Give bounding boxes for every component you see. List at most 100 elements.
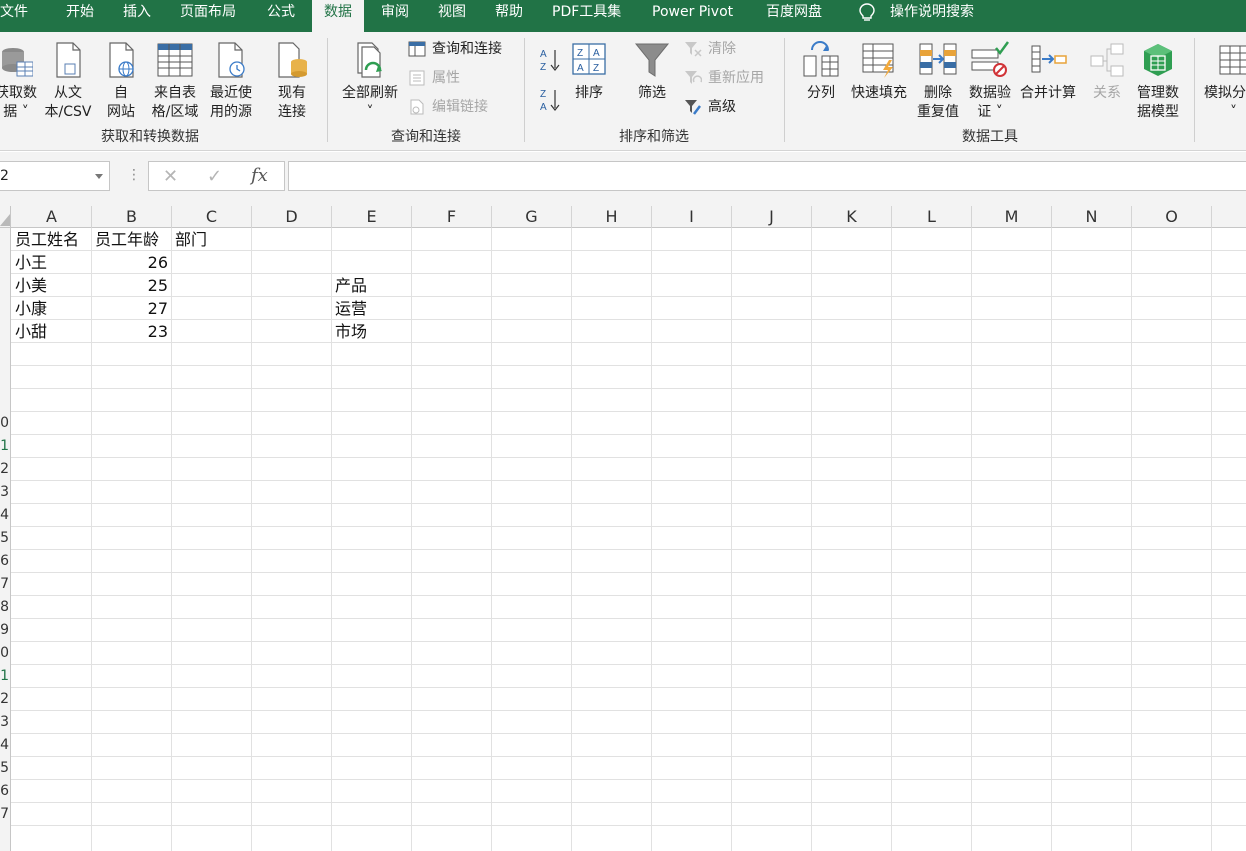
row-header[interactable]: 6 <box>0 550 9 573</box>
tab-power-pivot[interactable]: Power Pivot <box>652 0 733 32</box>
data-validation-label-1: 数据验 <box>969 85 1011 101</box>
text-to-columns-button[interactable]: 分列 <box>800 40 842 103</box>
clear-filter-icon <box>685 42 702 57</box>
relationships-button[interactable]: 关系 <box>1086 40 1128 103</box>
column-header-h[interactable]: H <box>572 206 652 228</box>
select-all-corner[interactable] <box>0 206 11 228</box>
relationships-icon <box>1090 43 1124 77</box>
from-web-label-2: 网站 <box>107 104 135 120</box>
from-web-button[interactable]: 自 网站 <box>100 40 142 122</box>
row-header[interactable]: 1 <box>0 665 9 688</box>
cell-b4[interactable]: 27 <box>95 297 168 320</box>
cell-b2[interactable]: 26 <box>95 251 168 274</box>
cell-b5[interactable]: 23 <box>95 320 168 343</box>
row-header[interactable]: 2 <box>0 458 9 481</box>
column-header-c[interactable]: C <box>172 206 252 228</box>
column-header-a[interactable]: A <box>12 206 92 228</box>
column-header-b[interactable]: B <box>92 206 172 228</box>
refresh-all-button[interactable]: 全部刷新 ˅ <box>338 40 402 122</box>
column-header-l[interactable]: L <box>892 206 972 228</box>
existing-connections-button[interactable]: 现有 连接 <box>270 40 314 122</box>
row-header[interactable]: 5 <box>0 757 9 780</box>
worksheet-grid[interactable]: ABCDEFGHIJKLMNO 012345678901234567 员工姓名员… <box>0 206 1246 851</box>
row-header[interactable]: 0 <box>0 642 9 665</box>
tab-help[interactable]: 帮助 <box>495 0 523 32</box>
row-header[interactable]: 2 <box>0 688 9 711</box>
tab-view[interactable]: 视图 <box>438 0 466 32</box>
cell-b3[interactable]: 25 <box>95 274 168 297</box>
row-header[interactable]: 4 <box>0 504 9 527</box>
cell-e3[interactable]: 产品 <box>335 274 408 297</box>
cell-b1[interactable]: 员工年龄 <box>95 228 168 251</box>
remove-duplicates-button[interactable]: 删除 重复值 <box>913 40 963 122</box>
cell-a2[interactable]: 小王 <box>15 251 88 274</box>
cancel-icon[interactable]: ✕ <box>163 166 178 187</box>
cell-e4[interactable]: 运营 <box>335 297 408 320</box>
row-header[interactable]: 5 <box>0 527 9 550</box>
tab-page-layout[interactable]: 页面布局 <box>180 0 236 32</box>
row-header[interactable]: 0 <box>0 412 9 435</box>
sort-button[interactable]: Z A A Z 排序 <box>568 40 610 103</box>
tab-home[interactable]: 开始 <box>66 0 94 32</box>
from-table-range-button[interactable]: 来自表 格/区域 <box>148 40 202 122</box>
row-header[interactable]: 7 <box>0 803 9 826</box>
sort-dialog-icon: Z A A Z <box>572 43 606 75</box>
name-box[interactable]: 2 <box>0 161 110 191</box>
sort-descending-button[interactable]: Z A <box>536 86 564 114</box>
gridline-vertical <box>1211 228 1212 851</box>
column-header-d[interactable]: D <box>252 206 332 228</box>
formula-bar-grip-icon[interactable]: ⋮ <box>127 167 141 183</box>
what-if-analysis-button[interactable]: 模拟分 ˅ <box>1204 40 1246 122</box>
formula-input[interactable] <box>288 161 1246 191</box>
sort-ascending-button[interactable]: A Z <box>536 46 564 74</box>
column-header-m[interactable]: M <box>972 206 1052 228</box>
flash-fill-button[interactable]: 快速填充 <box>847 40 911 103</box>
get-data-label-2: 据 ˅ <box>3 104 29 120</box>
get-data-button[interactable]: 获取数 据 ˅ <box>0 40 40 122</box>
cell-a1[interactable]: 员工姓名 <box>15 228 88 251</box>
column-header-f[interactable]: F <box>412 206 492 228</box>
database-icon <box>2 48 33 77</box>
column-header-j[interactable]: J <box>732 206 812 228</box>
tab-formulas[interactable]: 公式 <box>267 0 295 32</box>
row-header[interactable]: 7 <box>0 573 9 596</box>
insert-function-icon[interactable]: fx <box>251 165 268 186</box>
row-header[interactable]: 9 <box>0 619 9 642</box>
row-header[interactable]: 3 <box>0 481 9 504</box>
column-header-k[interactable]: K <box>812 206 892 228</box>
tab-file[interactable]: 文件 <box>0 0 28 32</box>
tab-pdf-tools[interactable]: PDF工具集 <box>552 0 621 32</box>
cell-e5[interactable]: 市场 <box>335 320 408 343</box>
enter-icon[interactable]: ✓ <box>207 166 222 187</box>
row-header[interactable]: 8 <box>0 596 9 619</box>
column-header-o[interactable]: O <box>1132 206 1212 228</box>
cell-a4[interactable]: 小康 <box>15 297 88 320</box>
cell-a3[interactable]: 小美 <box>15 274 88 297</box>
row-header[interactable]: 6 <box>0 780 9 803</box>
data-validation-button[interactable]: 数据验 证 ˅ <box>966 40 1014 122</box>
manage-data-model-button[interactable]: 管理数 据模型 <box>1132 40 1184 122</box>
tab-baidu-netdisk[interactable]: 百度网盘 <box>766 0 822 32</box>
column-header-n[interactable]: N <box>1052 206 1132 228</box>
column-header-i[interactable]: I <box>652 206 732 228</box>
filter-button[interactable]: 筛选 <box>630 40 674 103</box>
data-validation-icon <box>971 41 1010 77</box>
from-text-csv-button[interactable]: 从文 本/CSV <box>42 40 94 122</box>
chevron-down-icon[interactable] <box>95 174 103 179</box>
row-header[interactable]: 4 <box>0 734 9 757</box>
column-header-g[interactable]: G <box>492 206 572 228</box>
gridline-horizontal <box>11 365 1246 366</box>
tab-data[interactable]: 数据 <box>312 0 364 33</box>
tab-insert[interactable]: 插入 <box>123 0 151 32</box>
relationships-label: 关系 <box>1093 85 1121 101</box>
gridline-vertical <box>91 228 92 851</box>
cell-a5[interactable]: 小甜 <box>15 320 88 343</box>
row-header[interactable]: 3 <box>0 711 9 734</box>
consolidate-button[interactable]: 合并计算 <box>1016 40 1080 103</box>
gridline-horizontal <box>11 526 1246 527</box>
row-header[interactable]: 1 <box>0 435 9 458</box>
cell-c1[interactable]: 部门 <box>175 228 248 251</box>
column-header-e[interactable]: E <box>332 206 412 228</box>
tab-review[interactable]: 审阅 <box>381 0 409 32</box>
recent-sources-button[interactable]: 最近使 用的源 <box>204 40 258 122</box>
